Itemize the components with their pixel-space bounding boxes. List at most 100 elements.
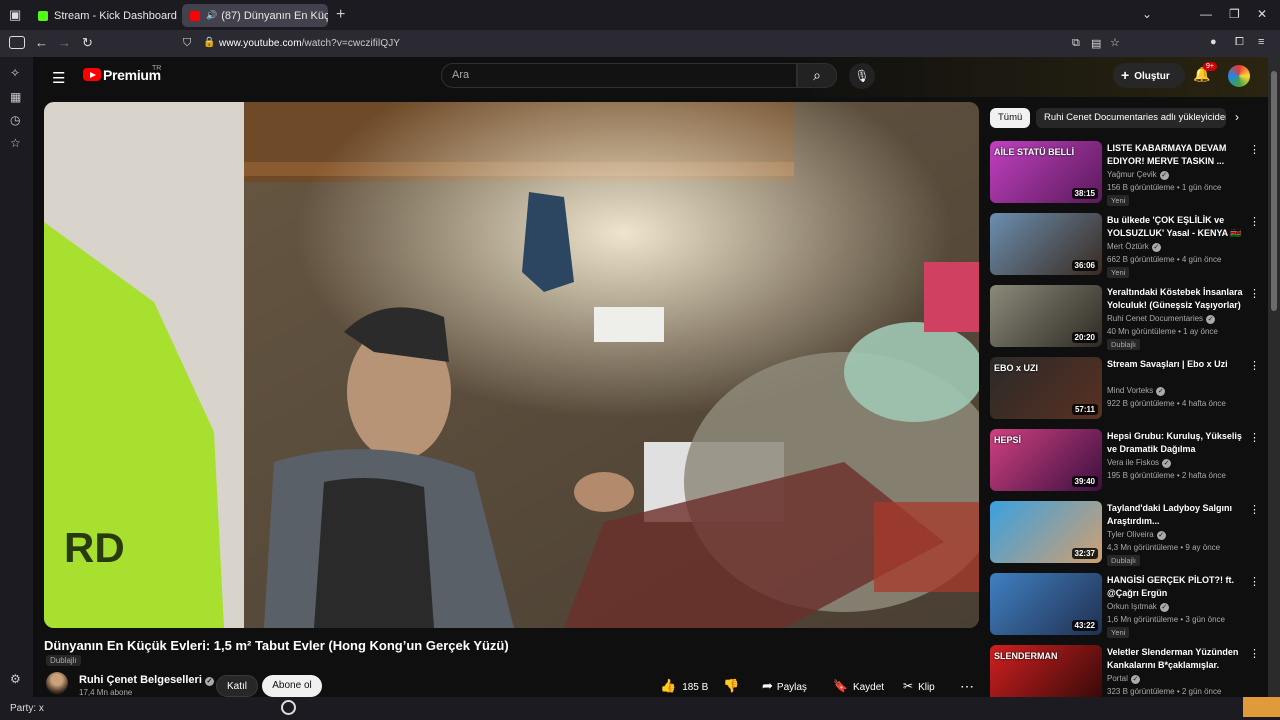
dislike-button[interactable]: 👎 (723, 675, 739, 697)
kebab-menu-icon[interactable]: ⋮ (1249, 575, 1260, 588)
related-video-title[interactable]: Stream Savaşları | Ebo x Uzi (1107, 358, 1247, 371)
related-video-item[interactable]: 32:37 Tayland'daki Ladyboy Salgını Araştı… (990, 501, 1265, 567)
create-label: Oluştur (1134, 71, 1170, 82)
related-video-title[interactable]: Veletler Slenderman Yüzünden Kankalarını… (1107, 646, 1247, 672)
kebab-menu-icon[interactable]: ⋮ (1249, 143, 1260, 156)
related-video-channel[interactable]: Tyler Oliveira ✓ (1107, 530, 1166, 540)
related-video-item[interactable]: 43:22 HANGİSİ GERÇEK PİLOT?! ft. @Çağrı E… (990, 573, 1265, 639)
related-video-channel[interactable]: Vera ile Fiskos ✓ (1107, 458, 1172, 468)
subscriber-count: 17,4 Mn abone (79, 688, 133, 697)
channel-name[interactable]: Ruhi Çenet Belgeselleri ✓ (79, 674, 214, 686)
verified-check-icon: ✓ (1159, 603, 1169, 612)
scrollbar-thumb[interactable] (1271, 71, 1277, 311)
related-video-title[interactable]: HANGİSİ GERÇEK PİLOT?! ft. @Çağrı Ergün (1107, 574, 1247, 600)
page-scrollbar[interactable] (1268, 57, 1280, 697)
related-video-channel[interactable]: Orkun Işıtmak ✓ (1107, 602, 1169, 612)
related-video-title[interactable]: Yeraltındaki Köstebek İnsanlara Yolculuk… (1107, 286, 1247, 312)
history-icon[interactable]: ◷ (10, 113, 20, 127)
account-icon[interactable]: ● (1210, 36, 1217, 48)
video-title: Dünyanın En Küçük Evleri: 1,5 m² Tabut E… (44, 638, 509, 653)
search-input[interactable]: Ara (441, 63, 797, 88)
related-video-title[interactable]: Hepsi Grubu: Kuruluş, Yükseliş ve Dramat… (1107, 430, 1247, 456)
related-video-channel[interactable]: Ruhi Cenet Documentaries ✓ (1107, 314, 1216, 324)
more-actions-icon[interactable]: ⋯ (960, 675, 974, 697)
address-bar[interactable]: www.youtube.com/watch?v=cwczifilQJY (219, 38, 400, 49)
join-button[interactable]: Katıl (216, 675, 258, 697)
voice-search-button[interactable]: 🎙 (849, 63, 875, 89)
shield-icon[interactable]: ⛉ (183, 37, 191, 50)
kebab-menu-icon[interactable]: ⋮ (1249, 431, 1260, 444)
video-thumbnail[interactable]: 43:22 (990, 573, 1102, 635)
duration-badge: 57:11 (1071, 404, 1098, 415)
reload-icon[interactable]: ↻ (82, 35, 93, 51)
search-button[interactable]: ⌕ (797, 63, 837, 88)
youtube-logo-icon[interactable] (83, 68, 101, 81)
bookmarks-icon[interactable]: ☆ (10, 136, 21, 150)
related-video-channel[interactable]: Yağmur Çevik ✓ (1107, 170, 1169, 180)
thumbnail-text: HEPSİ (994, 435, 1022, 445)
clip-button[interactable]: ✂ Klip (903, 675, 935, 697)
subscribe-button[interactable]: Abone ol (262, 675, 322, 697)
chip-all[interactable]: Tümü (990, 108, 1031, 128)
party-icon[interactable] (281, 700, 296, 715)
extensions-icon[interactable]: ⧠ (1235, 36, 1244, 49)
channel-avatar[interactable] (46, 672, 68, 694)
video-thumbnail[interactable]: EBO x UZI 57:11 (990, 357, 1102, 419)
tab-youtube-video[interactable]: 🔊 (87) Dünyanın En Küçük Evl ✕ (182, 4, 328, 27)
create-button[interactable]: + Oluştur (1113, 63, 1185, 88)
lock-icon[interactable]: 🔒 (203, 37, 215, 48)
guide-menu-icon[interactable]: ☰ (52, 69, 65, 87)
restore-icon[interactable]: ❐ (1229, 7, 1240, 21)
video-thumbnail[interactable]: AİLE STATÜ BELLİ 38:15 (990, 141, 1102, 203)
related-video-channel[interactable]: Portal ✓ (1107, 674, 1140, 684)
related-video-item[interactable]: 36:06 Bu ülkede 'ÇOK EŞLİLİK ve YOLSUZLUK… (990, 213, 1265, 279)
related-video-title[interactable]: LISTE KABARMAYA DEVAM EDIYOR! MERVE TASK… (1107, 142, 1247, 168)
video-thumbnail[interactable]: HEPSİ 39:40 (990, 429, 1102, 491)
new-tab-button[interactable]: + (336, 6, 345, 24)
reader-view-icon[interactable]: ▤ (1091, 37, 1101, 50)
verified-check-icon: ✓ (1130, 675, 1140, 684)
related-video-item[interactable]: AİLE STATÜ BELLİ 38:15 LISTE KABARMAYA DEV… (990, 141, 1265, 207)
like-button[interactable]: 👍 185 B (660, 675, 708, 697)
chevron-right-icon[interactable]: › (1235, 110, 1239, 124)
window-close-icon[interactable]: ✕ (1257, 7, 1267, 21)
related-video-item[interactable]: 20:20 Yeraltındaki Köstebek İnsanlara Yol… (990, 285, 1265, 351)
related-video-item[interactable]: EBO x UZI 57:11 Stream Savaşları | Ebo x U… (990, 357, 1265, 423)
synced-tabs-icon[interactable]: ▦ (10, 90, 21, 104)
ai-sparkle-icon[interactable]: ✧ (10, 66, 20, 80)
settings-gear-icon[interactable]: ⚙ (10, 672, 21, 686)
video-thumbnail[interactable]: 36:06 (990, 213, 1102, 275)
tab-kick-dashboard[interactable]: Stream - Kick Dashboard (30, 4, 178, 27)
bookmark-star-icon[interactable]: ☆ (1110, 36, 1120, 49)
related-video-channel[interactable]: Mert Öztürk ✓ (1107, 242, 1161, 252)
kebab-menu-icon[interactable]: ⋮ (1249, 215, 1260, 228)
video-thumbnail[interactable]: 32:37 (990, 501, 1102, 563)
back-icon[interactable]: ← (35, 35, 48, 50)
menu-icon[interactable]: ≡ (1258, 36, 1264, 48)
sidebar-toggle-icon[interactable] (9, 36, 25, 49)
kebab-menu-icon[interactable]: ⋮ (1249, 359, 1260, 372)
related-video-title[interactable]: Tayland'daki Ladyboy Salgını Araştırdım.… (1107, 502, 1247, 528)
related-video-title[interactable]: Bu ülkede 'ÇOK EŞLİLİK ve YOLSUZLUK' Yas… (1107, 214, 1247, 240)
kebab-menu-icon[interactable]: ⋮ (1249, 503, 1260, 516)
video-thumbnail[interactable]: 20:20 (990, 285, 1102, 347)
avatar[interactable] (1228, 65, 1250, 87)
tab-list-chevron-icon[interactable]: ⌄ (1142, 7, 1152, 21)
like-count: 185 B (682, 682, 709, 693)
related-video-item[interactable]: HEPSİ 39:40 Hepsi Grubu: Kuruluş, Yükseliş… (990, 429, 1265, 495)
tab-overview-icon[interactable]: ▣ (9, 7, 21, 23)
picture-in-picture-icon[interactable]: ⧉ (1072, 37, 1080, 50)
kebab-menu-icon[interactable]: ⋮ (1249, 647, 1260, 660)
chip-uploader[interactable]: Ruhi Cenet Documentaries adlı yükleyicid… (1036, 108, 1226, 128)
share-button[interactable]: ➦ Paylaş (762, 675, 807, 697)
video-player[interactable]: RD (44, 102, 979, 628)
minimize-icon[interactable]: — (1200, 7, 1212, 21)
kick-favicon-icon (38, 10, 48, 21)
related-video-channel[interactable]: Mind Vorteks ✓ (1107, 386, 1166, 396)
save-button[interactable]: 🔖 Kaydet (833, 675, 884, 697)
forward-icon[interactable]: → (58, 35, 71, 50)
kebab-menu-icon[interactable]: ⋮ (1249, 287, 1260, 300)
channel-text: Tyler Oliveira (1107, 530, 1154, 539)
thumbnail-text: SLENDERMAN (994, 651, 1058, 661)
speaker-icon[interactable]: 🔊 (206, 10, 217, 21)
